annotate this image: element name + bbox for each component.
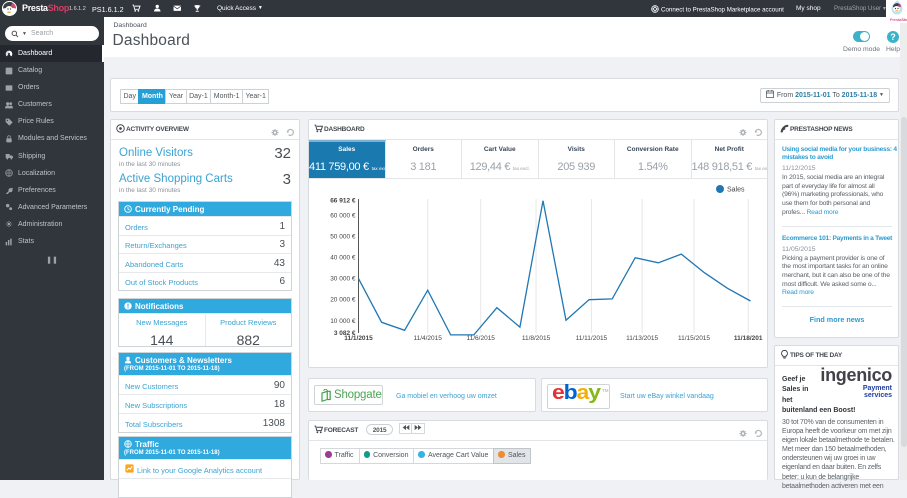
svg-text:11/18/201: 11/18/201 [734, 335, 763, 342]
svg-text:11/6/2015: 11/6/2015 [466, 335, 495, 342]
svg-text:40 000 €: 40 000 € [330, 255, 356, 262]
svg-text:11/15/2015: 11/15/2015 [678, 335, 710, 342]
svg-text:11/11/2015: 11/11/2015 [576, 335, 608, 342]
svg-text:11/13/2015: 11/13/2015 [626, 335, 658, 342]
svg-text:66 912 €: 66 912 € [330, 198, 356, 205]
svg-text:50 000 €: 50 000 € [330, 233, 356, 240]
svg-text:Sales: Sales [727, 187, 745, 194]
svg-text:20 000 €: 20 000 € [330, 297, 356, 304]
svg-text:30 000 €: 30 000 € [330, 276, 356, 283]
svg-text:11/8/2015: 11/8/2015 [522, 335, 551, 342]
svg-text:10 000 €: 10 000 € [330, 318, 356, 325]
svg-text:11/4/2015: 11/4/2015 [413, 335, 442, 342]
svg-text:11/1/2015: 11/1/2015 [344, 335, 373, 342]
svg-text:60 000 €: 60 000 € [330, 212, 356, 219]
